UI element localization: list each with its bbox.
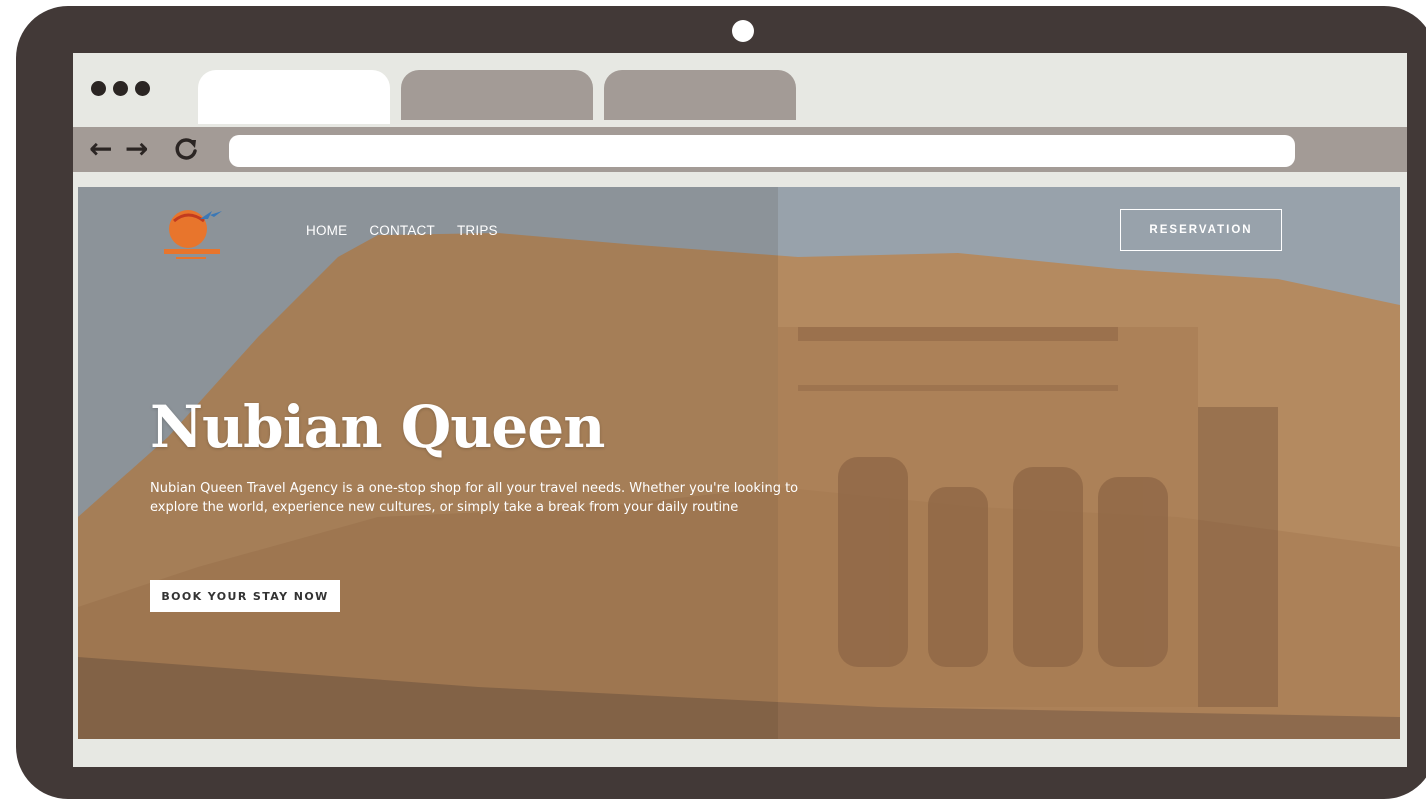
browser-tab-2[interactable]: [401, 70, 593, 120]
hero-title: Nubian Queen: [150, 393, 605, 461]
hero-description: Nubian Queen Travel Agency is a one-stop…: [150, 481, 799, 515]
window-dot-3[interactable]: [135, 81, 150, 96]
browser-window: ← → HOME CONTACT TRIPS RESERVATION Nubia…: [73, 53, 1407, 767]
address-bar[interactable]: [229, 135, 1295, 167]
nav-contact-link[interactable]: CONTACT: [369, 223, 435, 238]
forward-arrow-icon[interactable]: →: [125, 134, 148, 164]
nav-home-link[interactable]: HOME: [306, 223, 347, 238]
reservation-button[interactable]: RESERVATION: [1120, 209, 1282, 251]
nav-trips-link[interactable]: TRIPS: [457, 223, 498, 238]
window-dot-1[interactable]: [91, 81, 106, 96]
tablet-frame: ← → HOME CONTACT TRIPS RESERVATION Nubia…: [16, 6, 1426, 799]
back-arrow-icon[interactable]: ←: [89, 134, 112, 164]
main-navigation: HOME CONTACT TRIPS: [306, 223, 498, 238]
temple-background-image: [78, 187, 1400, 739]
browser-tab-active[interactable]: [198, 70, 390, 124]
hero-section: HOME CONTACT TRIPS RESERVATION Nubian Qu…: [78, 187, 1400, 739]
browser-tab-3[interactable]: [604, 70, 796, 120]
window-dot-2[interactable]: [113, 81, 128, 96]
reload-icon[interactable]: [171, 134, 201, 170]
window-controls: [91, 81, 150, 96]
browser-toolbar: ← →: [73, 127, 1407, 172]
site-logo[interactable]: [156, 199, 232, 265]
book-stay-button[interactable]: BOOK YOUR STAY NOW: [150, 580, 340, 612]
camera-dot: [732, 20, 754, 42]
